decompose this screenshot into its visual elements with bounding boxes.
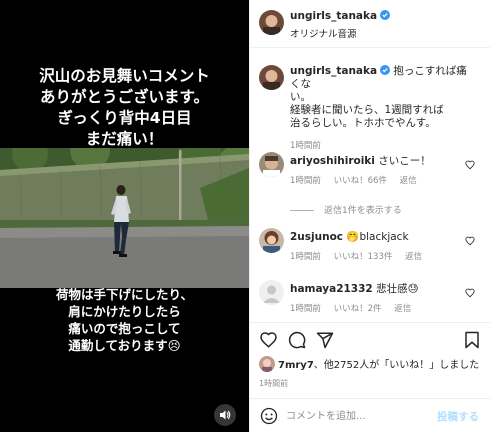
video-player[interactable]: 沢山のお見舞いコメント ありがとうございます。 ぎっくり背中4日目 まだ痛い！ [0,0,249,432]
avatar[interactable] [259,356,275,372]
comment-reply-button[interactable]: 返信 [394,304,411,314]
avatar[interactable] [259,10,284,35]
comment-username[interactable]: 2usjunoc [290,231,343,243]
view-replies-button[interactable]: 返信1件を表示する [290,203,402,216]
likes-count-text[interactable]: 、他2752人が「いいね！」しました [314,360,479,371]
comment-reply-button[interactable]: 返信 [400,176,417,186]
comment-like-count[interactable]: いいね！2件 [334,304,382,314]
comment-text: 悲壮感😓 [376,283,419,295]
caption-text: い。 [290,91,311,103]
caption-time: 1時間前 [290,141,321,151]
likes-summary: 7mry7、他2752人が「いいね！」しました [259,356,479,372]
post-header: ungirls_tanaka オリジナル音源 [250,0,490,48]
action-bar [250,322,490,354]
comment-icon[interactable] [288,331,306,349]
bookmark-icon[interactable] [464,331,480,349]
comment-username[interactable]: hamaya21332 [290,283,373,295]
audio-label[interactable]: オリジナル音源 [290,26,357,40]
comment-time: 1時間前 [290,304,321,314]
heart-icon[interactable] [259,331,278,349]
verified-badge-icon [380,65,391,75]
likes-user[interactable]: 7mry7 [278,360,314,371]
heart-icon[interactable] [465,160,475,170]
comment-composer: 投稿する [250,398,490,432]
comment-text: 🤭blackjack [346,231,409,243]
sound-icon [220,410,231,420]
video-frame [0,148,249,288]
sound-toggle-button[interactable] [214,404,236,426]
divider [290,210,314,211]
post-username[interactable]: ungirls_tanaka [290,10,391,22]
verified-badge-icon [380,10,391,20]
post-comment-button[interactable]: 投稿する [437,409,479,424]
avatar[interactable] [259,65,284,90]
post-timestamp: 1時間前 [259,379,289,388]
comment-reply-button[interactable]: 返信 [405,252,422,262]
heart-icon[interactable] [465,288,475,298]
comment-input[interactable] [286,406,436,426]
avatar[interactable] [259,280,284,305]
comment-time: 1時間前 [290,176,321,186]
video-caption-bottom: 荷物は手下げにしたり、 肩にかけたりしたら 痛いので抱っこして 通勤しております… [55,287,193,353]
video-caption-top: 沢山のお見舞いコメント ありがとうございます。 ぎっくり背中4日目 まだ痛い！ [39,67,210,148]
heart-icon[interactable] [465,236,475,246]
share-icon[interactable] [316,331,334,349]
post-sidebar: ungirls_tanaka オリジナル音源 ungirls_tanaka 抱っ… [249,0,490,432]
avatar[interactable] [259,228,284,253]
comment-text: さいこー！ [378,155,431,167]
comment-username[interactable]: ariyoshihiroiki [290,155,375,167]
comment-like-count[interactable]: いいね！66件 [334,176,387,186]
caption-username[interactable]: ungirls_tanaka [290,65,391,77]
caption-text: 治るらしい。トホホでやんす。 [290,117,436,129]
avatar[interactable] [259,152,284,177]
caption-text: 経験者に聞いたら、1週間すれば [290,104,444,116]
comment-like-count[interactable]: いいね！133件 [334,252,393,262]
emoji-icon[interactable] [260,407,278,425]
comment-time: 1時間前 [290,252,321,262]
